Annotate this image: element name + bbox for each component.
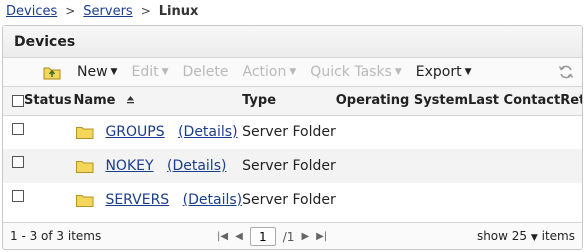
row-checkbox[interactable]: [12, 156, 24, 168]
column-header-last-contact[interactable]: Last Contact: [468, 87, 560, 115]
row-select-cell: [3, 183, 24, 217]
name-cell: NOKEY (Details): [24, 149, 242, 183]
retired-cell: [560, 183, 582, 217]
type-cell: Server Folder: [242, 124, 336, 141]
devices-table: Status Name Type Operating System Last C…: [3, 87, 582, 217]
select-all-checkbox[interactable]: [12, 94, 24, 107]
sort-ascending-icon: [126, 93, 135, 108]
row-select-cell: [3, 115, 24, 149]
row-details-link[interactable]: (Details): [167, 158, 226, 174]
column-header-operating-system[interactable]: Operating System: [336, 87, 468, 115]
page-size-selector[interactable]: show 25 ▼ items: [477, 229, 575, 243]
pager: |◀ ◀ /1 ▶ ▶|: [217, 227, 327, 246]
breadcrumb-separator: >: [65, 4, 76, 18]
edit-label: Edit: [131, 64, 159, 80]
last-contact-cell: [468, 115, 560, 149]
previous-page-icon[interactable]: ◀: [235, 231, 243, 242]
column-header-status[interactable]: Status: [24, 87, 73, 115]
table-footer: 1 - 3 of 3 items |◀ ◀ /1 ▶ ▶| show 25 ▼ …: [3, 222, 582, 249]
folder-up-icon[interactable]: [43, 64, 61, 80]
breadcrumb-link-servers[interactable]: Servers: [83, 4, 132, 19]
table-header-row: Status Name Type Operating System Last C…: [3, 87, 582, 115]
table-row: NOKEY (Details) Server Folder: [3, 149, 582, 183]
select-all-cell: [3, 87, 24, 115]
caret-down-icon: ▼: [110, 67, 118, 77]
refresh-icon[interactable]: [558, 64, 574, 80]
column-header-retired[interactable]: Retired: [560, 87, 582, 115]
folder-icon: [76, 160, 94, 173]
item-count: 1 - 3 of 3 items: [10, 229, 102, 243]
quick-tasks-label: Quick Tasks: [310, 64, 392, 80]
table-row: SERVERS (Details) Server Folder: [3, 183, 582, 217]
breadcrumb-current: Linux: [158, 3, 199, 19]
caret-down-icon: ▼: [464, 67, 472, 77]
action-label: Action: [242, 64, 287, 80]
page-total: /1: [282, 229, 295, 244]
row-select-cell: [3, 149, 24, 183]
items-label: items: [541, 229, 575, 243]
column-header-type[interactable]: Type: [242, 87, 336, 115]
caret-down-icon: ▼: [289, 67, 297, 77]
breadcrumb-separator: >: [140, 4, 151, 18]
retired-cell: [560, 115, 582, 149]
caret-down-icon: ▼: [394, 67, 402, 77]
row-name-link[interactable]: NOKEY: [105, 158, 153, 174]
name-cell: GROUPS (Details): [24, 115, 242, 149]
export-menu-button[interactable]: Export ▼: [416, 64, 472, 80]
export-label: Export: [415, 64, 462, 80]
page-size-label: show 25: [476, 229, 528, 243]
name-cell: SERVERS (Details): [24, 183, 242, 217]
last-contact-cell: [468, 183, 560, 217]
retired-cell: [560, 149, 582, 183]
action-menu-button[interactable]: Action ▼: [243, 64, 297, 80]
last-contact-cell: [468, 149, 560, 183]
column-header-name[interactable]: Name: [73, 87, 242, 115]
type-cell: Server Folder: [242, 158, 336, 174]
next-page-icon[interactable]: ▶: [301, 231, 309, 242]
toolbar: New ▼ Edit ▼ Delete Action ▼ Quick Tasks…: [3, 58, 582, 87]
row-name-link[interactable]: GROUPS: [105, 124, 164, 140]
caret-down-icon: ▼: [161, 67, 169, 77]
breadcrumb-link-devices[interactable]: Devices: [6, 4, 57, 19]
first-page-icon[interactable]: |◀: [217, 231, 228, 242]
os-cell: [336, 149, 468, 183]
os-cell: [336, 183, 468, 217]
new-label: New: [77, 64, 108, 80]
folder-icon: [76, 194, 94, 207]
delete-label: Delete: [182, 64, 229, 80]
devices-panel: Devices New ▼ Edit ▼ Delete Action ▼ Qui…: [2, 25, 583, 250]
os-cell: [336, 115, 468, 149]
column-header-name-label: Name: [73, 93, 116, 109]
row-checkbox[interactable]: [12, 122, 24, 135]
page-number-input[interactable]: [249, 227, 276, 246]
last-page-icon[interactable]: ▶|: [316, 231, 327, 242]
row-checkbox[interactable]: [12, 190, 24, 202]
type-cell: Server Folder: [242, 192, 336, 208]
panel-title: Devices: [3, 26, 582, 58]
row-name-link[interactable]: SERVERS: [105, 192, 169, 208]
folder-icon: [76, 126, 94, 139]
delete-button[interactable]: Delete: [183, 64, 229, 80]
caret-down-icon: ▼: [530, 233, 538, 243]
new-menu-button[interactable]: New ▼: [77, 64, 117, 80]
edit-menu-button[interactable]: Edit ▼: [131, 64, 168, 80]
row-details-link[interactable]: (Details): [183, 192, 242, 208]
breadcrumb: Devices > Servers > Linux: [6, 2, 198, 20]
quick-tasks-menu-button[interactable]: Quick Tasks ▼: [310, 64, 401, 80]
table-row: GROUPS (Details) Server Folder: [3, 115, 582, 149]
row-details-link[interactable]: (Details): [178, 124, 237, 140]
